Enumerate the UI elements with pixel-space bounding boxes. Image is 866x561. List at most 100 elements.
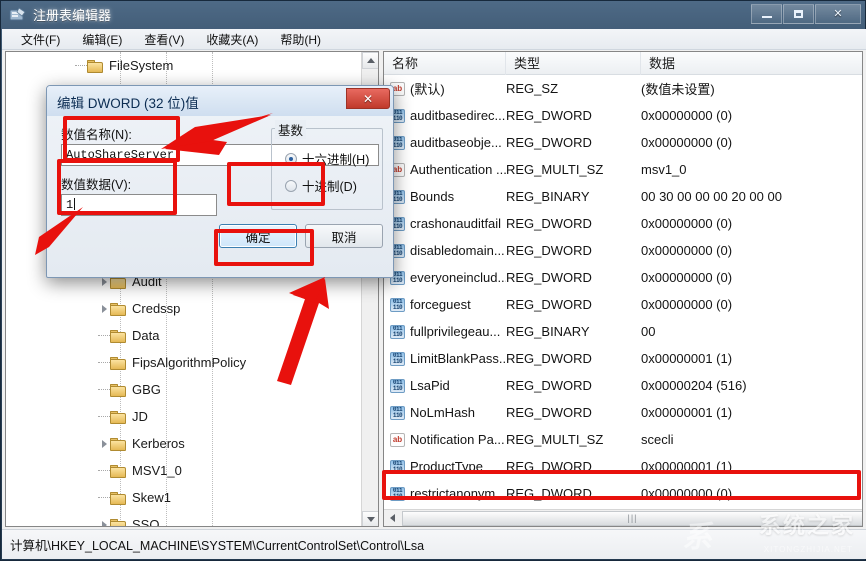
table-row[interactable]: 011110everyoneinclud...REG_DWORD0x000000…: [384, 264, 863, 291]
tree-indent: [6, 349, 98, 376]
value-name-text: auditbasedirec...: [410, 108, 505, 123]
cell-value-data: 0x00000000 (0): [641, 108, 863, 123]
tree-item-sso[interactable]: SSO: [6, 511, 363, 527]
registry-values-pane[interactable]: 名称 类型 数据 ab(默认)REG_SZ(数值未设置)011110auditb…: [383, 51, 863, 527]
tree-dotted-connector: [98, 389, 110, 390]
table-row[interactable]: abAuthentication ...REG_MULTI_SZmsv1_0: [384, 156, 863, 183]
value-data-label: 数值数据(V):: [61, 174, 131, 193]
cell-value-type: REG_SZ: [506, 81, 641, 96]
tree-item-filesystem[interactable]: FileSystem: [6, 52, 363, 79]
tree-item-label: GBG: [132, 382, 161, 397]
cell-value-data: 0x00000000 (0): [641, 243, 863, 258]
cell-value-type: REG_DWORD: [506, 270, 641, 285]
folder-icon: [87, 59, 103, 73]
table-row[interactable]: 011110LimitBlankPass...REG_DWORD0x000000…: [384, 345, 863, 372]
table-row[interactable]: 011110auditbasedirec...REG_DWORD0x000000…: [384, 102, 863, 129]
folder-icon: [110, 518, 126, 528]
minimize-button[interactable]: [751, 4, 782, 24]
tree-item-gbg[interactable]: GBG: [6, 376, 363, 403]
cell-value-type: REG_DWORD: [506, 378, 641, 393]
table-row[interactable]: 011110disabledomain...REG_DWORD0x0000000…: [384, 237, 863, 264]
chevron-up-icon: [367, 58, 375, 63]
table-row[interactable]: 011110forceguestREG_DWORD0x00000000 (0): [384, 291, 863, 318]
tree-leaf-connector: [98, 403, 110, 430]
tree-expand-arrow[interactable]: [98, 511, 110, 527]
cell-value-type: REG_BINARY: [506, 189, 641, 204]
tree-scroll-up-button[interactable]: [362, 52, 379, 69]
column-header-name[interactable]: 名称: [384, 52, 506, 75]
table-row[interactable]: 011110ProductTypeREG_DWORD0x00000001 (1): [384, 453, 863, 480]
menu-favorites[interactable]: 收藏夹(A): [195, 29, 269, 50]
menu-file[interactable]: 文件(F): [10, 29, 71, 50]
menu-edit[interactable]: 编辑(E): [71, 29, 133, 50]
table-row[interactable]: 011110BoundsREG_BINARY00 30 00 00 00 20 …: [384, 183, 863, 210]
tree-expand-arrow[interactable]: [98, 295, 110, 322]
tree-item-credssp[interactable]: Credssp: [6, 295, 363, 322]
cell-value-name: abNotification Pa...: [384, 432, 506, 447]
table-row[interactable]: 011110fullprivilegeau...REG_BINARY00: [384, 318, 863, 345]
value-name-text: (默认): [410, 79, 445, 98]
dialog-close-button[interactable]: ✕: [346, 88, 390, 109]
tree-item-kerberos[interactable]: Kerberos: [6, 430, 363, 457]
folder-icon: [110, 329, 126, 343]
column-header-data[interactable]: 数据: [641, 52, 863, 75]
tree-indent: [6, 376, 98, 403]
table-row[interactable]: 011110NoLmHashREG_DWORD0x00000001 (1): [384, 399, 863, 426]
menu-bar: 文件(F) 编辑(E) 查看(V) 收藏夹(A) 帮助(H): [2, 29, 866, 50]
column-header-type[interactable]: 类型: [506, 52, 641, 75]
menu-view[interactable]: 查看(V): [133, 29, 195, 50]
tree-item-fipsalgorithmpolicy[interactable]: FipsAlgorithmPolicy: [6, 349, 363, 376]
tree-indent: [6, 403, 98, 430]
menu-help[interactable]: 帮助(H): [269, 29, 332, 50]
dword-value-icon: 011110: [390, 406, 405, 420]
hscroll-thumb[interactable]: |||: [402, 511, 863, 526]
cell-value-name: 011110crashonauditfail: [384, 216, 506, 231]
tree-item-label: SSO: [132, 517, 159, 527]
cell-value-name: 011110Bounds: [384, 189, 506, 204]
table-row[interactable]: ab(默认)REG_SZ(数值未设置): [384, 75, 863, 102]
chevron-right-icon: [102, 521, 107, 528]
cell-value-data: 0x00000000 (0): [641, 270, 863, 285]
cell-value-type: REG_DWORD: [506, 297, 641, 312]
tree-leaf-connector: [75, 52, 87, 79]
radio-decimal[interactable]: 十进制(D): [285, 176, 357, 195]
table-row[interactable]: 011110auditbaseobje...REG_DWORD0x0000000…: [384, 129, 863, 156]
value-name-label: 数值名称(N):: [61, 124, 132, 143]
tree-item-msv1-0[interactable]: MSV1_0: [6, 457, 363, 484]
table-row[interactable]: 011110restrictanonym...REG_DWORD0x000000…: [384, 480, 863, 507]
cell-value-data: scecli: [641, 432, 863, 447]
chevron-left-icon: [390, 514, 395, 522]
cancel-button[interactable]: 取消: [305, 224, 383, 248]
value-data-input[interactable]: 1: [61, 194, 217, 216]
value-name-text: Notification Pa...: [410, 432, 505, 447]
folder-icon: [110, 491, 126, 505]
tree-scroll-down-button[interactable]: [362, 511, 379, 527]
close-button[interactable]: ✕: [815, 4, 861, 24]
tree-leaf-connector: [98, 349, 110, 376]
maximize-button[interactable]: [783, 4, 814, 24]
list-horizontal-scrollbar[interactable]: |||: [384, 509, 863, 526]
tree-item-label: FileSystem: [109, 58, 173, 73]
tree-item-jd[interactable]: JD: [6, 403, 363, 430]
tree-item-data[interactable]: Data: [6, 322, 363, 349]
radio-hexadecimal[interactable]: 十六进制(H): [285, 149, 369, 168]
folder-icon: [110, 383, 126, 397]
tree-item-skew1[interactable]: Skew1: [6, 484, 363, 511]
tree-expand-arrow[interactable]: [98, 430, 110, 457]
tree-item-label: MSV1_0: [132, 463, 182, 478]
cell-value-type: REG_DWORD: [506, 405, 641, 420]
maximize-icon: [794, 10, 803, 18]
list-header-row: 名称 类型 数据: [384, 52, 863, 75]
table-row[interactable]: abNotification Pa...REG_MULTI_SZscecli: [384, 426, 863, 453]
table-row[interactable]: 011110crashonauditfailREG_DWORD0x0000000…: [384, 210, 863, 237]
cell-value-name: ab(默认): [384, 79, 506, 98]
cell-value-data: 0x00000000 (0): [641, 135, 863, 150]
hscroll-left-button[interactable]: [384, 510, 401, 526]
edit-dword-dialog[interactable]: 编辑 DWORD (32 位)值 ✕ 数值名称(N): AutoShareSer…: [46, 85, 394, 278]
table-row[interactable]: 011110LsaPidREG_DWORD0x00000204 (516): [384, 372, 863, 399]
cell-value-data: 0x00000000 (0): [641, 486, 863, 501]
ok-button[interactable]: 确定: [219, 224, 297, 248]
dword-value-icon: 011110: [390, 352, 405, 366]
window-controls: ✕: [750, 4, 861, 24]
cell-value-type: REG_BINARY: [506, 324, 641, 339]
